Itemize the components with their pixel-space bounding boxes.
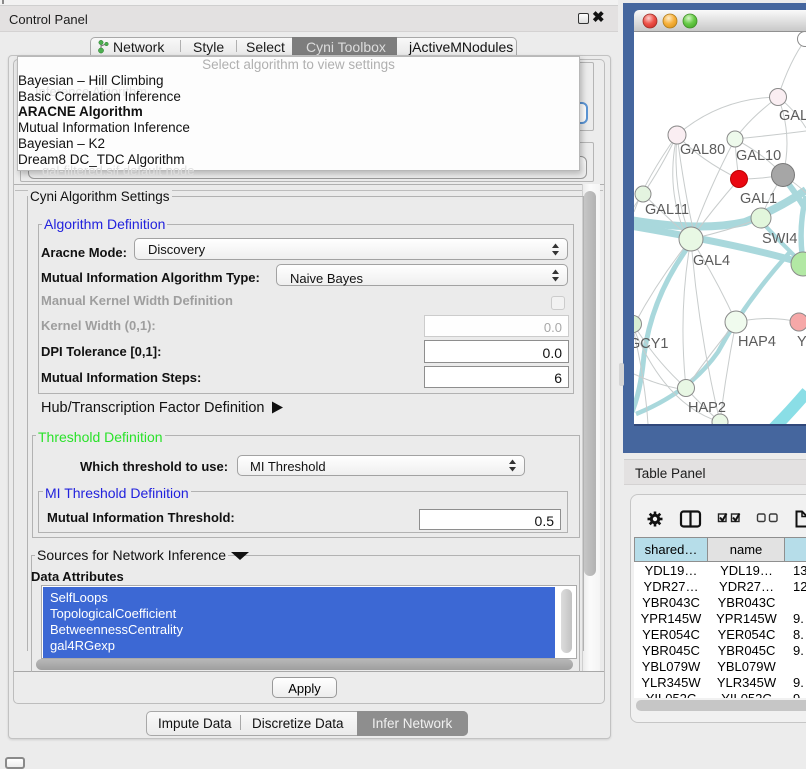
svg-text:GAL11: GAL11: [645, 202, 689, 218]
svg-text:SWI4: SWI4: [762, 231, 797, 247]
svg-text:HAP4: HAP4: [738, 334, 776, 350]
svg-text:YE: YE: [797, 334, 806, 350]
svg-text:GAL10: GAL10: [736, 148, 781, 164]
svg-text:GAL80: GAL80: [680, 142, 725, 158]
svg-text:GAL1: GAL1: [740, 191, 777, 207]
svg-text:GAL2: GAL2: [779, 108, 806, 124]
svg-text:GCY1: GCY1: [634, 336, 669, 352]
svg-text:HAP2: HAP2: [688, 400, 726, 416]
svg-text:GAL4: GAL4: [693, 253, 730, 269]
